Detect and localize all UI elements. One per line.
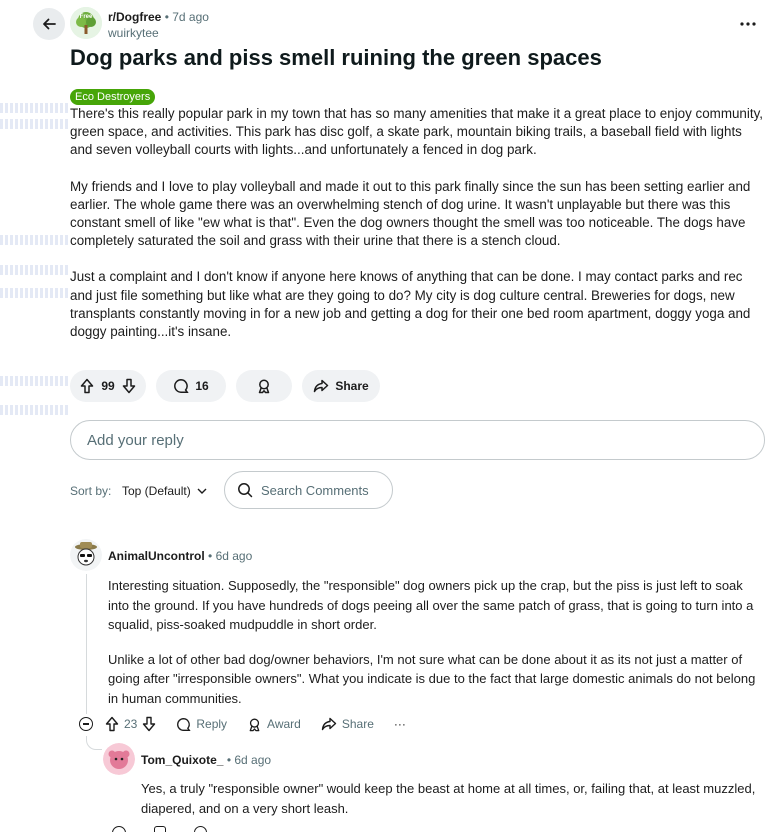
share-label: Share xyxy=(335,379,369,393)
ghost-artifact xyxy=(0,103,70,113)
post-time: 7d ago xyxy=(172,10,209,24)
comment-action-bar: 23 Reply Award Share ··· xyxy=(79,712,426,736)
ghost-artifact xyxy=(0,265,70,275)
more-options-button[interactable] xyxy=(736,12,760,36)
search-icon xyxy=(238,483,253,498)
sort-dropdown[interactable]: Top (Default) xyxy=(122,484,207,498)
avatar[interactable] xyxy=(103,743,135,775)
arrow-left-icon xyxy=(43,18,56,30)
comment-more-button[interactable]: ··· xyxy=(394,717,406,731)
comment-share-button[interactable]: Share xyxy=(321,717,374,731)
upvote-button[interactable] xyxy=(80,378,94,394)
comment-author-line: AnimalUncontrol • 6d ago xyxy=(108,549,252,563)
comment-vote-control: 23 xyxy=(105,716,156,732)
reply-placeholder: Add your reply xyxy=(87,431,184,449)
search-comments-input[interactable]: Search Comments xyxy=(224,471,393,509)
separator-dot: • xyxy=(208,549,213,563)
ghost-artifact xyxy=(0,288,70,298)
ghost-artifact xyxy=(0,376,70,386)
comment-award-button[interactable]: Award xyxy=(247,717,301,732)
comment-vote-count: 23 xyxy=(124,717,138,731)
downvote-button[interactable] xyxy=(122,378,136,394)
post-title: Dog parks and piss smell ruining the gre… xyxy=(70,45,602,70)
comment-time: 6d ago xyxy=(234,753,272,767)
back-button[interactable] xyxy=(33,8,65,40)
reply-label: Reply xyxy=(196,717,228,731)
sort-label: Sort by: xyxy=(70,484,112,498)
comment-count: 16 xyxy=(195,379,209,393)
comment-action-bar-partial xyxy=(112,826,207,832)
ellipsis-icon xyxy=(740,22,756,26)
chevron-down-icon xyxy=(197,488,207,494)
downvote-arrow-icon[interactable] xyxy=(142,716,156,732)
comment-paragraph: Yes, a truly "responsible owner" would k… xyxy=(141,781,756,816)
comment-author[interactable]: AnimalUncontrol xyxy=(108,549,205,563)
comment-bubble-icon[interactable] xyxy=(194,826,207,832)
post-paragraph: There's this really popular park in my t… xyxy=(70,106,763,158)
comment-paragraph: Interesting situation. Supposedly, the "… xyxy=(108,578,754,632)
comment-body: Interesting situation. Supposedly, the "… xyxy=(108,576,756,723)
post-paragraph: My friends and I love to play volleyball… xyxy=(70,178,751,249)
post-author[interactable]: wuirkytee xyxy=(108,26,159,40)
award-icon xyxy=(258,379,270,394)
avatar[interactable] xyxy=(70,539,102,571)
separator-dot: • xyxy=(164,10,169,24)
ghost-artifact xyxy=(0,119,70,129)
comment-time: 6d ago xyxy=(215,549,253,563)
comments-button[interactable]: 16 xyxy=(156,370,226,402)
ghost-artifact xyxy=(0,235,70,245)
subreddit-name[interactable]: r/Dogfree xyxy=(108,10,161,24)
upvote-arrow-icon[interactable] xyxy=(105,716,119,732)
post-action-bar: 99 16 Share xyxy=(70,370,380,402)
separator-dot: • xyxy=(226,753,232,767)
award-icon xyxy=(249,718,260,731)
ellipsis-icon: ··· xyxy=(393,717,406,731)
user-avatar-icon xyxy=(103,743,135,775)
vote-control: 99 xyxy=(70,370,146,402)
comment-author[interactable]: Tom_Quixote_ xyxy=(141,753,223,767)
ghost-artifact xyxy=(0,405,70,415)
comment-bubble-icon xyxy=(177,717,191,731)
comment-body: Yes, a truly "responsible owner" would k… xyxy=(141,779,756,832)
post-body: There's this really popular park in my t… xyxy=(70,105,764,359)
award-label: Award xyxy=(267,717,301,731)
collapse-thread-button[interactable] xyxy=(112,826,126,832)
upvote-arrow-icon[interactable] xyxy=(154,826,166,832)
downvote-arrow-icon xyxy=(122,378,136,394)
post-flair[interactable]: Eco Destroyers xyxy=(70,89,156,105)
award-button[interactable] xyxy=(236,370,292,402)
reply-input[interactable]: Add your reply xyxy=(70,420,765,460)
post-paragraph: Just a complaint and I don't know if any… xyxy=(70,269,751,340)
sort-value: Top (Default) xyxy=(122,484,191,498)
upvote-arrow-icon xyxy=(80,378,94,394)
share-label: Share xyxy=(341,717,374,731)
share-arrow-icon xyxy=(321,717,337,731)
comment-reply-button[interactable]: Reply xyxy=(176,717,227,732)
share-button[interactable]: Share xyxy=(302,370,380,402)
thread-line[interactable] xyxy=(86,574,87,714)
subreddit-line: r/Dogfree • 7d ago xyxy=(108,10,209,24)
share-arrow-icon xyxy=(314,379,329,393)
comment-bubble-icon xyxy=(174,379,189,393)
user-avatar-icon xyxy=(70,539,102,571)
subreddit-avatar[interactable]: Free xyxy=(70,7,102,39)
comment-paragraph: Unlike a lot of other bad dog/owner beha… xyxy=(108,651,756,706)
avatar-text: Free xyxy=(80,14,93,20)
comment-author-line: Tom_Quixote_ • 6d ago xyxy=(141,753,271,767)
vote-count: 99 xyxy=(101,379,115,393)
thread-connector xyxy=(86,736,102,750)
collapse-thread-button[interactable] xyxy=(79,717,93,731)
tree-logo-icon: Free xyxy=(70,7,102,39)
search-comments-placeholder: Search Comments xyxy=(261,482,369,498)
